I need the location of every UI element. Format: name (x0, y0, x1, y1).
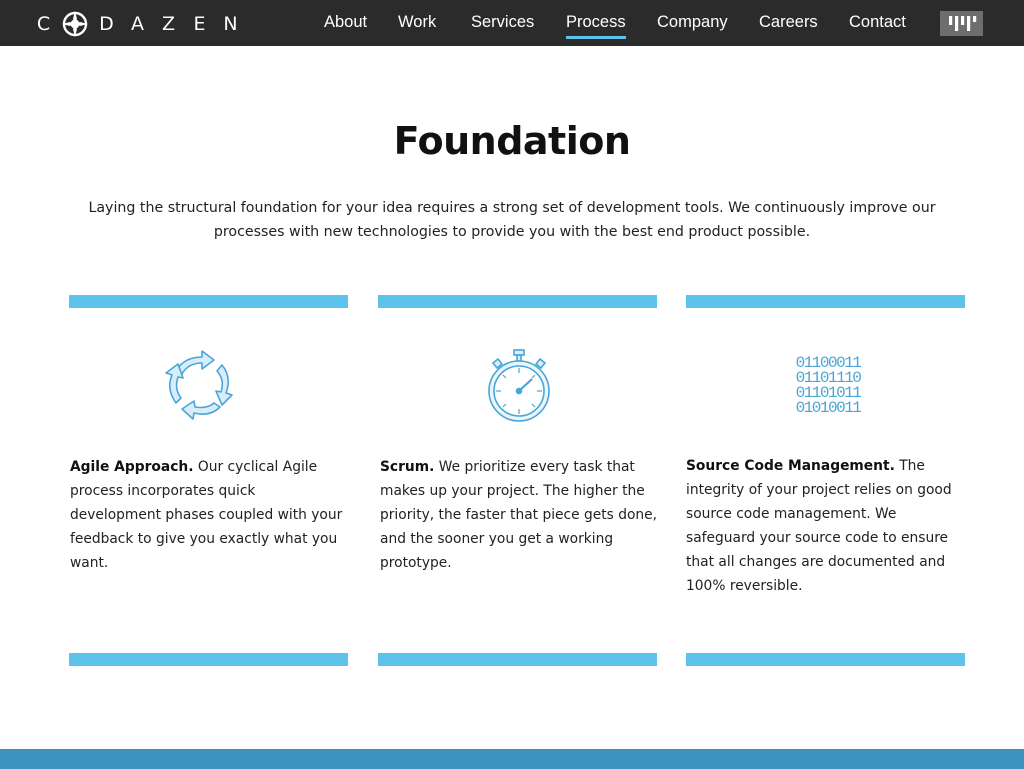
feature-heading: Source Code Management. (686, 458, 895, 474)
feature-body: We prioritize every task that makes up y… (380, 459, 658, 571)
binary-code-icon: 01100011 01101110 01101011 01010011 (796, 354, 863, 417)
stopwatch-icon (488, 349, 550, 422)
accent-bar (686, 653, 965, 666)
nav-link-work[interactable]: Work (398, 13, 436, 32)
accent-bar (69, 653, 348, 666)
accent-bar (378, 295, 657, 308)
accent-bar (378, 653, 657, 666)
binary-row: 01010011 (796, 399, 862, 417)
nav-link-services[interactable]: Services (471, 13, 534, 32)
nav-link-contact[interactable]: Contact (849, 13, 906, 32)
cycle-arrows-icon (165, 350, 233, 420)
page-title: Foundation (393, 119, 631, 163)
main-nav: About Work Services Process Company Care… (0, 0, 1024, 46)
intro-paragraph: Laying the structural foundation for you… (88, 200, 936, 240)
nav-link-about[interactable]: About (324, 13, 367, 32)
nav-link-careers[interactable]: Careers (759, 13, 818, 32)
nav-link-process[interactable]: Process (566, 13, 626, 39)
feature-heading: Scrum. (380, 459, 435, 475)
menu-button[interactable] (940, 11, 983, 36)
top-navbar: C D A Z E N About Work Services Process … (0, 0, 1024, 46)
accent-bar (686, 295, 965, 308)
nav-link-company[interactable]: Company (657, 13, 728, 32)
feature-heading: Agile Approach. (70, 459, 194, 475)
bars-logo-icon (948, 16, 976, 31)
feature-agile: Agile Approach. Our cyclical Agile proce… (69, 295, 348, 666)
feature-description: Source Code Management. The integrity of… (686, 454, 966, 598)
feature-description: Agile Approach. Our cyclical Agile proce… (70, 455, 350, 575)
accent-bar (69, 295, 348, 308)
feature-scrum: Scrum. We prioritize every task that mak… (378, 295, 657, 666)
feature-source-code: 01100011 01101110 01101011 01010011 Sour… (686, 295, 965, 666)
feature-body: The integrity of your project relies on … (686, 458, 952, 594)
feature-body: Our cyclical Agile process incorporates … (70, 459, 343, 571)
feature-description: Scrum. We prioritize every task that mak… (380, 455, 660, 575)
footer-strip (0, 749, 1024, 769)
